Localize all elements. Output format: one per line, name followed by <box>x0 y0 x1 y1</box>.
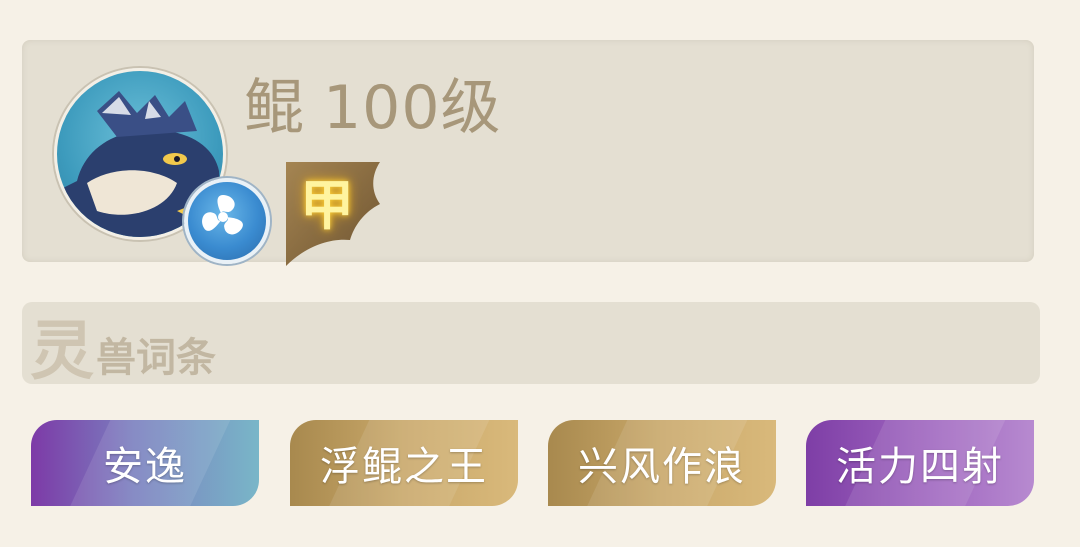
grade-label: 甲 <box>300 173 354 237</box>
beast-title: 鲲 100级 <box>244 66 502 150</box>
trait-label: 兴风作浪 <box>578 444 746 490</box>
trait-tag-anyi[interactable]: 安逸 <box>31 420 259 506</box>
trait-tag-fukun-king[interactable]: 浮鲲之王 <box>290 420 518 506</box>
trait-tag-xingfeng[interactable]: 兴风作浪 <box>548 420 776 506</box>
traits-title-rest: 兽词条 <box>96 335 216 381</box>
traits-section-title: 灵 兽词条 <box>30 308 216 388</box>
trait-label: 浮鲲之王 <box>320 444 488 490</box>
trait-tag-huoli[interactable]: 活力四射 <box>806 420 1034 506</box>
beast-level: 100级 <box>323 73 502 143</box>
traits-title-initial: 灵 <box>30 315 94 389</box>
beast-name: 鲲 <box>244 73 305 143</box>
trait-label: 安逸 <box>103 444 187 490</box>
water-swirl-icon <box>184 178 270 264</box>
trait-label: 活力四射 <box>836 444 1004 490</box>
beast-detail-panel: 鲲 100级 甲 灵 兽词条 安逸 浮鲲之王 兴风作浪 活力四射 <box>0 0 1080 547</box>
